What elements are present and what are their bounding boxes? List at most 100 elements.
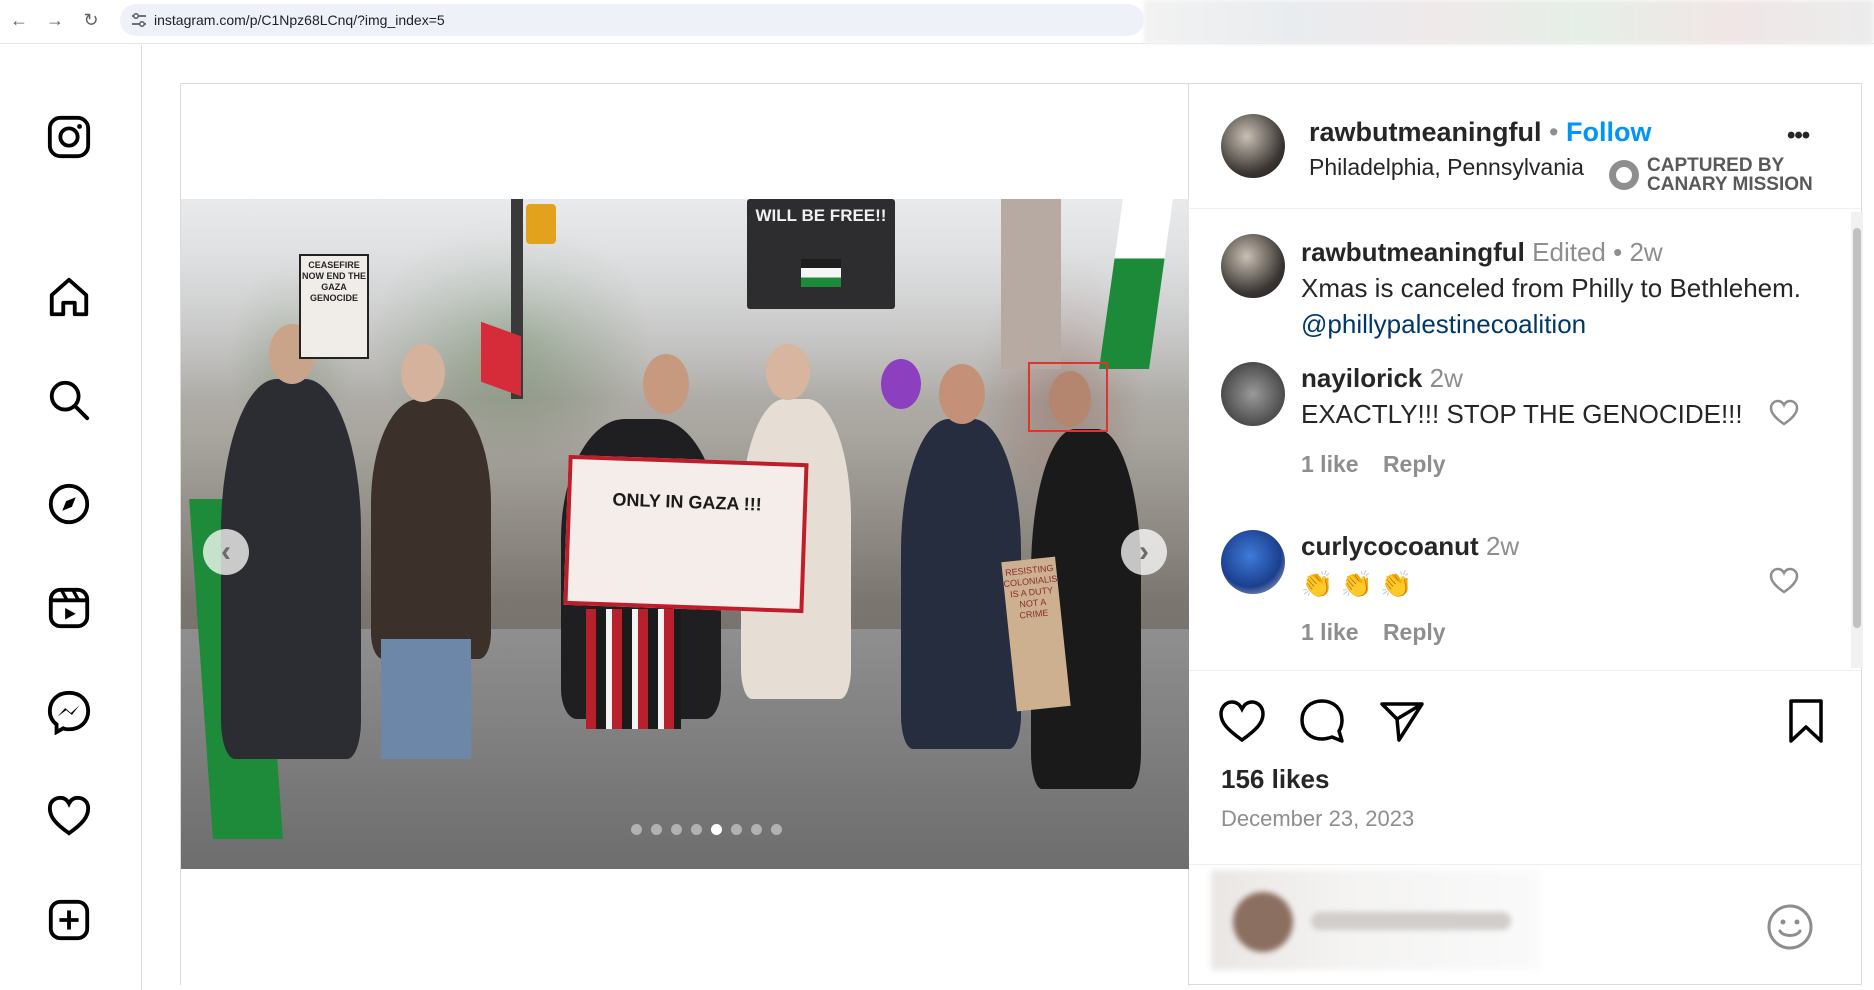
comment-actions: 1 like Reply [1301, 614, 1446, 650]
media-area: WILL BE FREE!! CEASEFIRE NOW END THE GAZ… [181, 84, 1189, 986]
will-be-free-sign: WILL BE FREE!! [747, 199, 895, 309]
caption-text-block: Xmas is canceled from Philly to Bethlehe… [1301, 270, 1821, 342]
carousel-dot[interactable] [651, 824, 662, 835]
only-in-gaza-poster: ONLY IN GAZA !!! [563, 454, 809, 614]
more-options-icon[interactable]: ••• [1787, 122, 1810, 150]
reels-icon[interactable] [44, 583, 94, 633]
save-bookmark-icon[interactable] [1781, 696, 1831, 746]
commenter-avatar[interactable] [1221, 362, 1285, 426]
plaid-coat [586, 609, 681, 729]
address-bar[interactable]: instagram.com/p/C1Npz68LCnq/?img_index=5 [120, 4, 1144, 36]
like-heart-icon[interactable] [1217, 696, 1267, 746]
post-date[interactable]: December 23, 2023 [1221, 806, 1414, 832]
caption-text: Xmas is canceled from Philly to Bethlehe… [1301, 273, 1801, 303]
carousel-dot[interactable] [771, 824, 782, 835]
caption-mention[interactable]: @phillypalestinecoalition [1301, 309, 1586, 339]
post-card: WILL BE FREE!! CEASEFIRE NOW END THE GAZ… [180, 83, 1863, 986]
protester-head [766, 344, 810, 400]
emoji-icon[interactable] [1765, 902, 1815, 952]
comment-meta: nayilorick 2w [1301, 360, 1463, 396]
comment-item: nayilorick 2w EXACTLY!!! STOP THE GENOCI… [1189, 360, 1849, 520]
ceasefire-sign: CEASEFIRE NOW END THE GAZA GENOCIDE [299, 254, 369, 359]
protester [221, 379, 361, 759]
comment-username[interactable]: nayilorick [1301, 363, 1422, 393]
blurred-tab-area [1144, 0, 1874, 44]
poster-text: ONLY IN GAZA !!! [612, 489, 763, 515]
home-icon[interactable] [44, 272, 94, 322]
protester [371, 399, 491, 659]
carousel-dot[interactable] [751, 824, 762, 835]
post-location[interactable]: Philadelphia, Pennsylvania [1309, 154, 1584, 181]
carousel-dot[interactable] [711, 824, 722, 835]
carousel-dot[interactable] [631, 824, 642, 835]
carousel-dot[interactable] [691, 824, 702, 835]
will-be-free-sign-text: WILL BE FREE!! [755, 206, 887, 225]
sidebar [0, 45, 142, 990]
follow-button[interactable]: Follow [1566, 117, 1651, 147]
notifications-heart-icon[interactable] [44, 791, 94, 841]
caption-item: rawbutmeaningful Edited • 2w Xmas is can… [1189, 210, 1849, 340]
browser-toolbar: ← → ↻ instagram.com/p/C1Npz68LCnq/?img_i… [0, 0, 1874, 44]
comment-time[interactable]: 2w [1430, 363, 1463, 393]
comment-text: 👏 👏 👏 [1301, 569, 1413, 599]
site-settings-icon[interactable] [130, 11, 148, 29]
scrollbar-thumb[interactable] [1853, 228, 1861, 628]
share-send-icon[interactable] [1377, 696, 1427, 746]
comment-like-heart-icon[interactable] [1769, 398, 1799, 428]
blurred-comment-input[interactable] [1211, 870, 1541, 970]
caption-time[interactable]: 2w [1629, 237, 1662, 267]
carousel-dots [631, 824, 782, 835]
comment-text: EXACTLY!!! STOP THE GENOCIDE!!! [1301, 399, 1743, 429]
carousel-dot[interactable] [731, 824, 742, 835]
separator-dot: • [1549, 117, 1559, 147]
comment-username[interactable]: curlycocoanut [1301, 531, 1479, 561]
caption-edited: Edited [1532, 237, 1606, 267]
messenger-icon[interactable] [44, 687, 94, 737]
comment-like-heart-icon[interactable] [1769, 566, 1799, 596]
badge-line-2: CANARY MISSION [1647, 174, 1813, 195]
canary-badge-icon [1609, 160, 1639, 190]
commenter-avatar[interactable] [1221, 530, 1285, 594]
comment-reply-button[interactable]: Reply [1383, 451, 1446, 477]
carousel-prev-button[interactable]: ‹ [203, 529, 249, 575]
author-avatar[interactable] [1221, 114, 1285, 178]
caption-avatar[interactable] [1221, 234, 1285, 298]
protester-head [401, 344, 445, 402]
protester-head [643, 354, 689, 414]
comment-item: curlycocoanut 2w 👏 👏 👏 1 like Reply [1189, 528, 1849, 670]
back-arrow-icon[interactable]: ← [8, 10, 30, 31]
comment-likes[interactable]: 1 like [1301, 619, 1359, 645]
protester-head [939, 364, 985, 424]
comment-likes[interactable]: 1 like [1301, 451, 1359, 477]
comments-list: rawbutmeaningful Edited • 2w Xmas is can… [1189, 210, 1861, 670]
explore-icon[interactable] [44, 479, 94, 529]
instagram-logo-icon[interactable] [44, 112, 94, 162]
photo-building [1001, 199, 1061, 369]
comments-scrollbar[interactable] [1851, 212, 1863, 668]
sign-flag [801, 259, 841, 287]
post-details-panel: rawbutmeaningful • Follow Philadelphia, … [1189, 84, 1863, 984]
url-text[interactable]: instagram.com/p/C1Npz68LCnq/?img_index=5 [154, 12, 445, 28]
comment-time[interactable]: 2w [1486, 531, 1519, 561]
reload-icon[interactable]: ↻ [80, 10, 102, 31]
comment-reply-button[interactable]: Reply [1383, 619, 1446, 645]
carousel-dot[interactable] [671, 824, 682, 835]
canary-mission-badge: CAPTURED BY CANARY MISSION [1609, 156, 1813, 194]
caption-meta: rawbutmeaningful Edited • 2w [1301, 237, 1663, 267]
author-username[interactable]: rawbutmeaningful [1309, 117, 1542, 147]
highlight-box [1028, 362, 1108, 432]
author-line: rawbutmeaningful • Follow [1309, 117, 1651, 148]
protester-jeans [381, 639, 471, 759]
forward-arrow-icon[interactable]: → [44, 10, 66, 31]
search-icon[interactable] [44, 375, 94, 425]
comment-bubble-icon[interactable] [1297, 696, 1347, 746]
badge-line-1: CAPTURED BY [1647, 155, 1785, 176]
comment-meta: curlycocoanut 2w [1301, 528, 1519, 564]
likes-count[interactable]: 156 likes [1221, 764, 1329, 795]
photo-traffic-light [526, 204, 556, 244]
create-plus-icon[interactable] [44, 895, 94, 945]
post-photo: WILL BE FREE!! CEASEFIRE NOW END THE GAZ… [181, 199, 1189, 869]
caption-username[interactable]: rawbutmeaningful [1301, 237, 1525, 267]
carousel-next-button[interactable]: › [1121, 529, 1167, 575]
post-header: rawbutmeaningful • Follow Philadelphia, … [1189, 84, 1861, 209]
